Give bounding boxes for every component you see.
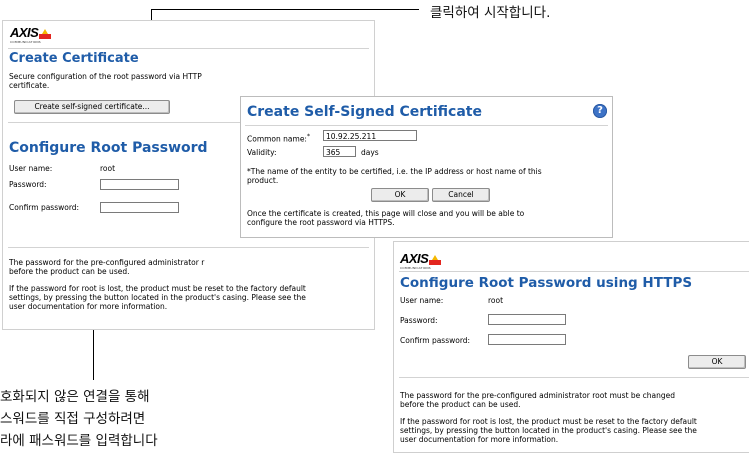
confirm-password-field[interactable] [488,334,566,345]
reset-note-line-2: settings, by pressing the button located… [400,426,697,435]
info-line-2: configure the root password via HTTPS. [247,218,395,227]
https-title: Configure Root Password using HTTPS [400,275,693,291]
footnote-line-1: *The name of the entity to be certified,… [247,167,542,176]
callout-bottom-text-3: 라에 패스워드를 입력합니다 [0,433,158,449]
divider [399,377,749,378]
axis-logo: AXIS COMMUNICATIONS [400,251,442,270]
confirm-password-label: Confirm password: [9,203,80,212]
https-root-password-panel: AXIS COMMUNICATIONS Configure Root Passw… [393,241,749,453]
divider [245,125,608,126]
create-certificate-desc-1: Secure configuration of the root passwor… [9,72,202,81]
info-line-1: Once the certificate is created, this pa… [247,209,525,218]
required-marker: * [306,133,310,140]
callout-top-horizontal [151,9,419,10]
callout-top-text: 클릭하여 시작합니다. [430,5,551,21]
axis-logo: AXIS COMMUNICATIONS [10,25,52,44]
cancel-button[interactable]: Cancel [432,188,490,202]
callout-bottom-text-1: 호화되지 않은 연결을 통해 [0,389,150,405]
axis-logo-triangle-icon [429,255,442,265]
user-name-label: User name: [9,164,53,173]
admin-note-line-2: before the product can be used. [400,400,521,409]
admin-note-line-1: The password for the pre-configured admi… [9,258,205,267]
callout-bottom-text-2: 스워드를 직접 구성하려면 [0,411,146,427]
user-name-value: root [100,164,116,173]
validity-label: Validity: [247,148,277,157]
configure-root-password-title: Configure Root Password [9,140,208,156]
self-signed-certificate-dialog: Create Self-Signed Certificate ? Common … [240,96,613,238]
axis-logo-subtext: COMMUNICATIONS [400,266,431,270]
confirm-password-field[interactable] [100,202,179,213]
reset-note-line-3: user documentation for more information. [9,302,168,311]
common-name-label: Common name:* [247,132,310,144]
reset-note-line-3: user documentation for more information. [400,435,559,444]
common-name-label-text: Common name: [247,134,307,144]
reset-note-line-1: If the password for root is lost, the pr… [400,417,697,426]
password-label: Password: [400,316,438,325]
axis-logo-subtext: COMMUNICATIONS [10,40,41,44]
user-name-label: User name: [400,296,444,305]
axis-logo-text: AXIS [10,25,39,40]
user-name-value: root [488,296,504,305]
ok-button[interactable]: OK [371,188,429,202]
password-field[interactable] [100,179,179,190]
password-label: Password: [9,180,47,189]
create-certificate-desc-2: certificate. [9,81,50,90]
password-field[interactable] [488,314,566,325]
reset-note-line-2: settings, by pressing the button located… [9,293,306,302]
divider [399,271,749,272]
create-certificate-title: Create Certificate [9,51,139,66]
confirm-password-label: Confirm password: [400,336,471,345]
admin-note-line-2: before the product can be used. [9,267,130,276]
create-self-signed-certificate-button[interactable]: Create self-signed certificate... [14,100,170,114]
axis-logo-text: AXIS [400,251,429,266]
divider [8,48,369,49]
reset-note-line-1: If the password for root is lost, the pr… [9,284,306,293]
help-icon[interactable]: ? [593,104,607,118]
dialog-title: Create Self-Signed Certificate [247,104,482,120]
ok-button[interactable]: OK [688,355,746,369]
divider [8,247,369,248]
common-name-input[interactable]: 10.92.25.211 [323,130,417,141]
axis-logo-triangle-icon [39,29,52,39]
footnote-line-2: product. [247,176,279,185]
admin-note-line-1: The password for the pre-configured admi… [400,391,676,400]
validity-input[interactable]: 365 [323,146,356,157]
validity-unit: days [361,148,379,157]
